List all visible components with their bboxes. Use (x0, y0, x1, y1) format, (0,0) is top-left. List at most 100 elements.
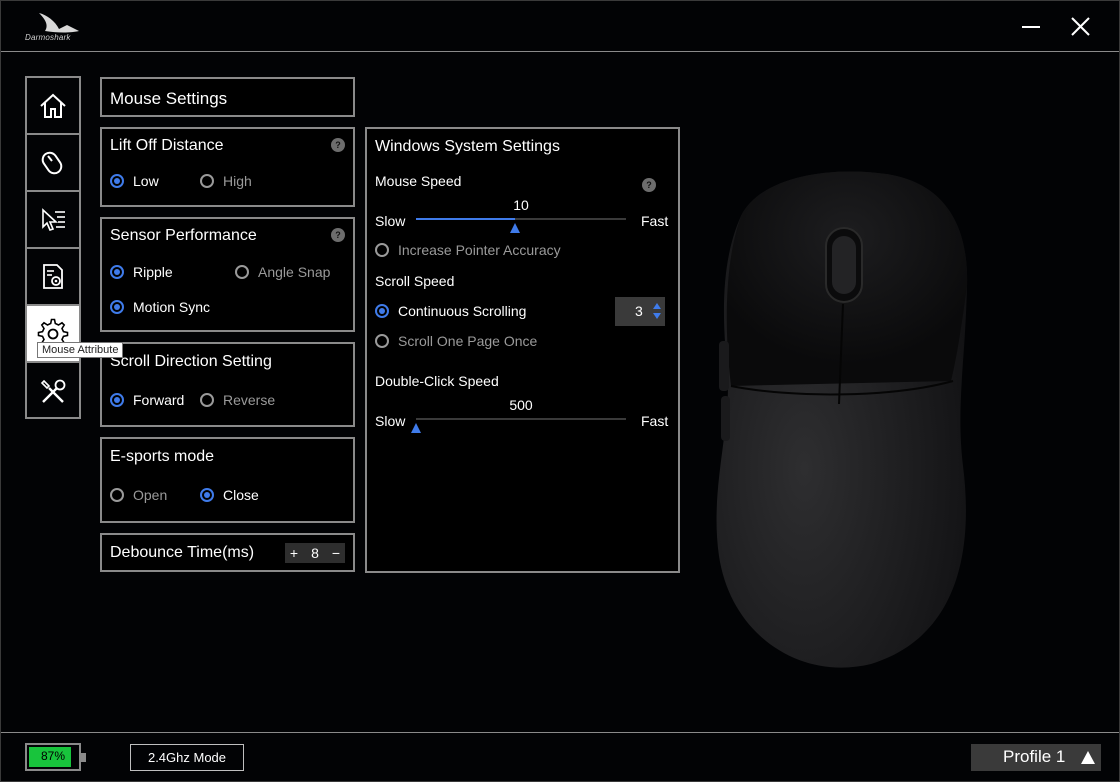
connection-mode-badge: 2.4Ghz Mode (130, 744, 244, 771)
esports-panel: E-sports mode Open Close (100, 437, 355, 523)
scroll-direction-title: Scroll Direction Setting (110, 353, 272, 370)
debounce-minus-button[interactable]: − (327, 545, 345, 561)
double-click-value: 500 (509, 397, 533, 413)
scroll-direction-panel: Scroll Direction Setting Forward Reverse (100, 342, 355, 427)
app-window: Darmoshark Mouse Attribute Mouse Setting… (0, 0, 1120, 782)
debounce-title: Debounce Time(ms) (110, 544, 255, 561)
windows-settings-panel: Windows System Settings (365, 127, 680, 573)
tools-icon (40, 379, 66, 403)
page-title: Mouse Settings (110, 89, 228, 108)
pointer-accuracy-radio[interactable]: Increase Pointer Accuracy (375, 242, 561, 258)
sensor-motion-sync-radio[interactable]: Motion Sync (110, 299, 210, 315)
radio-icon (110, 488, 124, 502)
esports-title: E-sports mode (110, 448, 215, 465)
document-gear-icon (43, 263, 63, 289)
double-click-slider-thumb[interactable] (411, 423, 421, 433)
radio-label: High (223, 173, 252, 189)
mouse-icon (41, 151, 63, 174)
radio-icon (200, 393, 214, 407)
mouse-speed-label: Mouse Speed (375, 173, 462, 189)
profile-selector[interactable]: Profile 1 (971, 744, 1101, 771)
debounce-value: 8 (311, 545, 319, 561)
lift-off-panel: Lift Off Distance ? Low High (100, 127, 355, 207)
home-icon (40, 93, 66, 118)
battery-percent: 87% (40, 749, 66, 763)
lift-off-high-radio[interactable]: High (200, 173, 252, 189)
chevron-up-icon (1081, 751, 1095, 764)
sidebar-item-mouse[interactable] (27, 135, 79, 192)
sidebar (25, 76, 81, 419)
scroll-lines-spinner[interactable]: 3 (615, 297, 665, 326)
close-icon (1071, 17, 1090, 36)
lift-off-low-radio[interactable]: Low (110, 173, 159, 189)
debounce-plus-button[interactable]: + (285, 545, 303, 561)
sidebar-item-macro[interactable] (27, 192, 79, 249)
profile-label: Profile 1 (1003, 747, 1066, 766)
debounce-stepper: + 8 − (285, 543, 345, 563)
double-click-fast-label: Fast (641, 413, 669, 429)
radio-icon (110, 393, 124, 407)
scroll-reverse-radio[interactable]: Reverse (200, 392, 275, 408)
minimize-button[interactable] (1016, 13, 1046, 41)
radio-label: Close (223, 487, 259, 503)
scroll-forward-radio[interactable]: Forward (110, 392, 184, 408)
mouse-speed-slow-label: Slow (375, 213, 406, 229)
continuous-scrolling-radio[interactable]: Continuous Scrolling (375, 303, 526, 319)
radio-label: Forward (133, 392, 185, 408)
esports-close-radio[interactable]: Close (200, 487, 259, 503)
mouse-speed-fast-label: Fast (641, 213, 669, 229)
radio-label: Increase Pointer Accuracy (398, 242, 561, 258)
battery-icon (81, 753, 86, 762)
mouse-speed-slider-fill (416, 218, 515, 220)
double-click-slider[interactable] (416, 418, 626, 420)
radio-icon (375, 334, 389, 348)
close-button[interactable] (1066, 13, 1096, 41)
radio-icon (235, 265, 249, 279)
radio-icon (110, 174, 124, 188)
sensor-angle-snap-radio[interactable]: Angle Snap (235, 264, 330, 280)
brand-logo: Darmoshark (23, 11, 83, 45)
spinner-up-icon[interactable] (653, 303, 661, 309)
sidebar-item-config[interactable] (27, 249, 79, 306)
radio-icon (110, 265, 124, 279)
radio-label: Motion Sync (133, 299, 211, 315)
radio-label: Low (133, 173, 159, 189)
sensor-panel: Sensor Performance ? Ripple Angle Snap M… (100, 217, 355, 332)
double-click-label: Double-Click Speed (375, 373, 499, 389)
radio-label: Scroll One Page Once (398, 333, 538, 349)
scroll-lines-value: 3 (635, 303, 643, 319)
battery-indicator: 87% (25, 743, 86, 771)
esports-open-radio[interactable]: Open (110, 487, 167, 503)
lift-off-help-icon[interactable]: ? (331, 138, 345, 152)
scroll-one-page-radio[interactable]: Scroll One Page Once (375, 333, 537, 349)
scroll-speed-label: Scroll Speed (375, 273, 455, 289)
radio-label: Ripple (133, 264, 173, 280)
tooltip: Mouse Attribute (37, 342, 124, 358)
spinner-down-icon[interactable] (653, 313, 661, 319)
mouse-settings-header: Mouse Settings (100, 77, 355, 117)
sidebar-item-home[interactable] (27, 78, 79, 135)
sensor-help-icon[interactable]: ? (331, 228, 345, 242)
mouse-speed-help-icon[interactable]: ? (642, 178, 656, 192)
radio-icon (375, 243, 389, 257)
sidebar-item-tools[interactable] (27, 363, 79, 420)
mouse-speed-slider-thumb[interactable] (509, 223, 520, 233)
logo-text: Darmoshark (25, 33, 71, 42)
radio-icon (200, 174, 214, 188)
radio-label: Angle Snap (258, 264, 331, 280)
radio-icon (110, 300, 124, 314)
lift-off-title: Lift Off Distance (110, 137, 224, 154)
mouse-speed-value: 10 (513, 197, 529, 213)
sensor-title: Sensor Performance (110, 227, 257, 244)
radio-label: Continuous Scrolling (398, 303, 527, 319)
radio-label: Reverse (223, 392, 276, 408)
double-click-slow-label: Slow (375, 413, 406, 429)
debounce-panel: Debounce Time(ms) + 8 − (100, 533, 355, 572)
sensor-ripple-radio[interactable]: Ripple (110, 264, 173, 280)
windows-settings-title: Windows System Settings (375, 138, 560, 155)
radio-icon (200, 488, 214, 502)
radio-icon (375, 304, 389, 318)
title-bar: Darmoshark (1, 1, 1119, 52)
cursor-list-icon (42, 207, 65, 231)
radio-label: Open (133, 487, 168, 503)
